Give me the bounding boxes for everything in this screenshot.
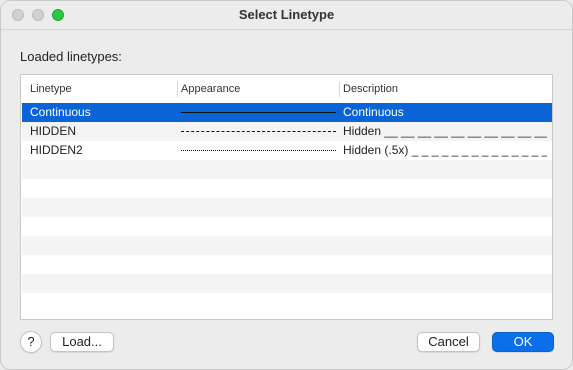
table-row[interactable]: HIDDEN2 Hidden (.5x) _ _ _ _ _ _ _ _ _ _ … [22,141,552,160]
linetype-name: Continuous [30,105,91,119]
table-row[interactable]: Continuous Continuous [22,103,552,122]
column-header-linetype[interactable]: Linetype [30,75,72,103]
column-header-appearance[interactable]: Appearance [181,75,240,103]
table-header: Linetype Appearance Description [21,75,552,104]
title-bar: Select Linetype [1,1,572,30]
linetype-appearance [181,103,336,122]
linetype-description: Hidden (.5x) _ _ _ _ _ _ _ _ _ _ _ _ _ _… [343,143,547,157]
table-row[interactable]: HIDDEN Hidden __ __ __ __ __ __ __ __ __ … [22,122,552,141]
column-divider[interactable] [177,81,178,97]
empty-table-row [22,255,552,274]
linetype-preview-line [181,131,336,132]
load-button[interactable]: Load... [50,332,114,352]
empty-table-row [22,293,552,312]
empty-table-row [22,274,552,293]
select-linetype-dialog: Select Linetype Loaded linetypes: Linety… [0,0,573,370]
column-divider[interactable] [339,81,340,97]
linetype-description: Continuous [343,105,404,119]
linetype-description: Hidden __ __ __ __ __ __ __ __ __ __ __ … [343,124,547,138]
linetype-preview-line [181,112,336,113]
ok-button[interactable]: OK [492,332,554,352]
empty-table-row [22,236,552,255]
cancel-button[interactable]: Cancel [417,332,480,352]
window-title: Select Linetype [238,7,335,22]
empty-table-row [22,179,552,198]
loaded-linetypes-label: Loaded linetypes: [20,49,122,64]
empty-table-row [22,198,552,217]
linetype-appearance [181,122,336,141]
linetype-preview-line [181,150,336,151]
linetype-appearance [181,141,336,160]
linetype-name: HIDDEN [30,124,77,138]
linetype-table[interactable]: Linetype Appearance Description Continuo… [20,74,553,320]
empty-table-row [22,217,552,236]
column-header-description[interactable]: Description [343,75,398,103]
linetype-name: HIDDEN2 [30,143,83,157]
help-button[interactable]: ? [20,331,42,353]
empty-table-row [22,160,552,179]
